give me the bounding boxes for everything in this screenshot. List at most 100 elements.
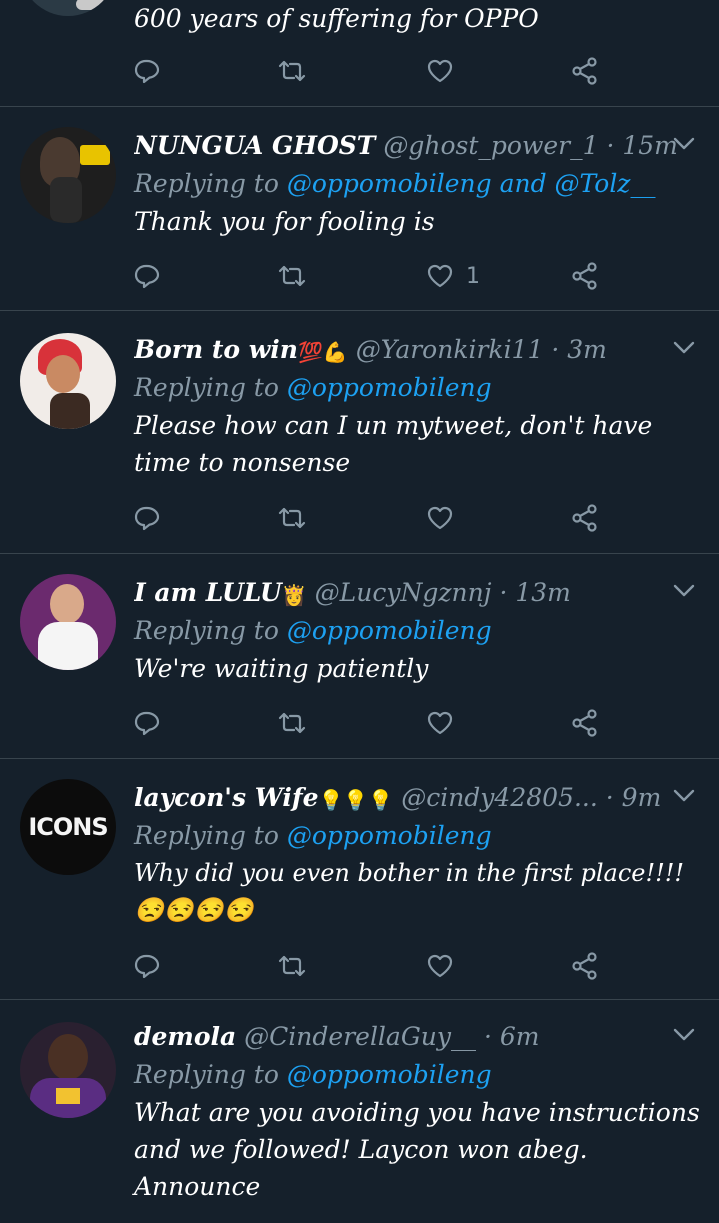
name-emoji: 💡💡💡: [318, 787, 394, 812]
heart-icon: [427, 264, 453, 288]
chevron-down-icon[interactable]: [673, 1028, 695, 1042]
mention-link[interactable]: @oppomobileng: [287, 169, 492, 198]
retweet-button[interactable]: [277, 951, 307, 981]
retweet-button[interactable]: [277, 56, 307, 86]
tweet-text-line: and we followed! Laycon won abeg.: [134, 1135, 588, 1164]
avatar[interactable]: [20, 1022, 116, 1118]
display-name[interactable]: NUNGUA GHOST: [134, 131, 375, 160]
tweet-actions: [134, 951, 604, 981]
tweet[interactable]: demola @CinderellaGuy__ · 6m Replying to…: [0, 1000, 719, 1223]
tweet-actions: [134, 503, 604, 533]
mention-link[interactable]: @oppomobileng: [287, 616, 492, 645]
timestamp[interactable]: 6m: [500, 1022, 540, 1051]
heart-icon: [427, 954, 453, 978]
replying-to: Replying to @oppomobileng and @Tolz__: [134, 165, 699, 203]
replying-prefix: Replying to: [134, 821, 279, 850]
share-button[interactable]: [571, 261, 599, 291]
tweet[interactable]: I am LULU👸 @LucyNgznnj · 13m Replying to…: [0, 554, 719, 759]
like-button[interactable]: [426, 56, 454, 86]
display-name[interactable]: I am LULU: [134, 578, 282, 607]
reply-icon: [134, 59, 160, 84]
like-button[interactable]: [426, 503, 454, 533]
user-handle[interactable]: @ghost_power_1: [383, 131, 598, 160]
user-handle[interactable]: @cindy42805...: [401, 783, 598, 812]
avatar[interactable]: [20, 333, 116, 429]
separator: ·: [606, 131, 615, 160]
retweet-button[interactable]: [277, 708, 307, 738]
share-button[interactable]: [571, 503, 599, 533]
replying-to: Replying to @oppomobileng: [134, 612, 699, 650]
mention-link[interactable]: @oppomobileng: [287, 373, 492, 402]
like-count: 1: [466, 263, 480, 289]
tweet-text: 600 years of suffering for OPPO: [134, 4, 539, 33]
tweet-header: I am LULU👸 @LucyNgznnj · 13m: [134, 574, 699, 612]
replying-prefix: Replying to: [134, 373, 279, 402]
name-emoji: 💯💪: [297, 339, 348, 364]
mention-link[interactable]: @oppomobileng: [287, 1060, 492, 1089]
like-button[interactable]: [426, 708, 454, 738]
display-name[interactable]: Born to win: [134, 335, 298, 364]
replying-prefix: Replying to: [134, 169, 279, 198]
timestamp[interactable]: 15m: [622, 131, 678, 160]
tweet-text: We're waiting patiently: [134, 654, 429, 683]
tweet-actions: [134, 56, 604, 86]
mention-link[interactable]: @oppomobileng: [287, 821, 492, 850]
retweet-button[interactable]: [277, 503, 307, 533]
timestamp[interactable]: 3m: [567, 335, 607, 364]
tweet-actions: 1: [134, 261, 604, 291]
reply-button[interactable]: [134, 503, 162, 533]
tweet[interactable]: NUNGUA GHOST @ghost_power_1 · 15m Replyi…: [0, 107, 719, 311]
timestamp[interactable]: 9m: [622, 783, 662, 812]
avatar[interactable]: ICONS: [20, 779, 116, 875]
tweet[interactable]: ICONS laycon's Wife💡💡💡 @cindy42805... · …: [0, 759, 719, 1000]
separator: ·: [551, 335, 560, 364]
reply-icon: [134, 264, 160, 289]
tweet[interactable]: Born to win💯💪 @Yaronkirki11 · 3m Replyin…: [0, 311, 719, 554]
like-button[interactable]: [426, 951, 454, 981]
user-handle[interactable]: @LucyNgznnj: [315, 578, 492, 607]
reply-button[interactable]: [134, 708, 162, 738]
replying-prefix: Replying to: [134, 1060, 279, 1089]
like-button[interactable]: 1: [426, 261, 480, 291]
reply-button[interactable]: [134, 261, 162, 291]
tweet-header: demola @CinderellaGuy__ · 6m: [134, 1018, 699, 1056]
avatar[interactable]: [20, 127, 116, 223]
replying-prefix: Replying to: [134, 616, 279, 645]
avatar[interactable]: [20, 0, 116, 16]
retweet-button[interactable]: [277, 261, 307, 291]
reply-button[interactable]: [134, 56, 162, 86]
display-name[interactable]: demola: [134, 1022, 236, 1051]
heart-icon: [427, 59, 453, 83]
share-icon: [572, 57, 597, 85]
replying-joiner: and: [499, 169, 547, 198]
tweet-actions: [134, 708, 604, 738]
replying-to: Replying to @oppomobileng: [134, 1056, 699, 1094]
user-handle[interactable]: @CinderellaGuy__: [244, 1022, 476, 1051]
chevron-down-icon[interactable]: [673, 789, 695, 803]
tweet[interactable]: 600 years of suffering for OPPO: [0, 0, 719, 107]
mention-link[interactable]: @Tolz__: [555, 169, 656, 198]
share-button[interactable]: [571, 708, 599, 738]
display-name[interactable]: laycon's Wife: [134, 783, 319, 812]
tweet-text-line: Why did you even bother in the first pla…: [134, 859, 685, 887]
tweet-text-line: time to nonsense: [134, 448, 351, 477]
reply-button[interactable]: [134, 951, 162, 981]
tweet-header: NUNGUA GHOST @ghost_power_1 · 15m: [134, 127, 699, 165]
retweet-icon: [278, 507, 306, 529]
share-button[interactable]: [571, 951, 599, 981]
tweet-text-line: Announce: [134, 1172, 261, 1201]
separator: ·: [499, 578, 508, 607]
chevron-down-icon[interactable]: [673, 584, 695, 598]
replying-to: Replying to @oppomobileng: [134, 369, 699, 407]
chevron-down-icon[interactable]: [673, 341, 695, 355]
chevron-down-icon[interactable]: [673, 137, 695, 151]
heart-icon: [427, 506, 453, 530]
retweet-icon: [278, 265, 306, 287]
tweet-header: Born to win💯💪 @Yaronkirki11 · 3m: [134, 331, 699, 369]
share-icon: [572, 952, 597, 980]
timestamp[interactable]: 13m: [515, 578, 571, 607]
user-handle[interactable]: @Yaronkirki11: [356, 335, 544, 364]
share-button[interactable]: [571, 56, 599, 86]
tweet-text-line: Please how can I un mytweet, don't have: [134, 411, 653, 440]
avatar[interactable]: [20, 574, 116, 670]
